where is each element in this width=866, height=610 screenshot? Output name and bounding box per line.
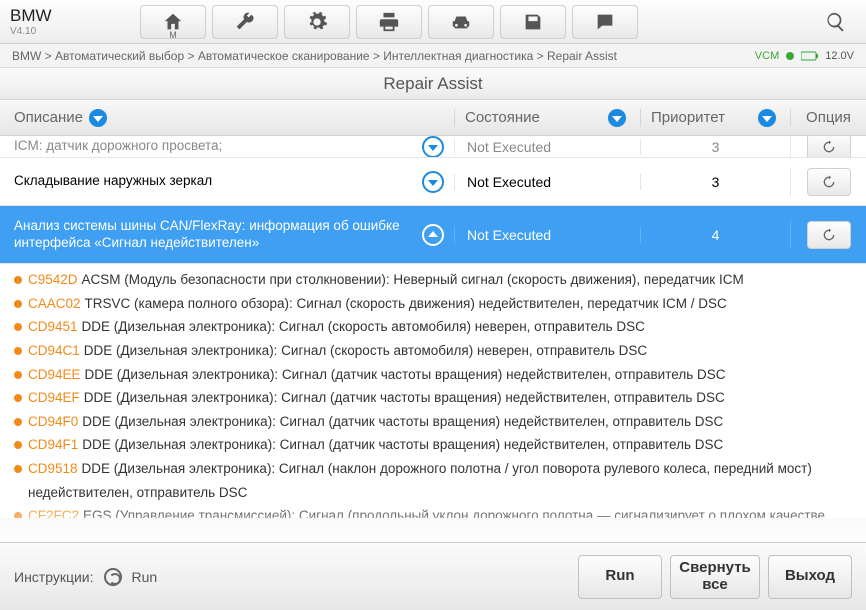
- expand-icon[interactable]: [422, 136, 444, 158]
- detail-line: CD94C1 DDE (Дизельная электроника): Сигна…: [14, 339, 852, 363]
- table-row[interactable]: ICM: датчик дорожного просвета; Not Exec…: [0, 136, 866, 158]
- detail-panel: C9542D ACSM (Модуль безопасности при стол…: [0, 264, 866, 518]
- table-header: Описание Состояние Приоритет Опция: [0, 100, 866, 136]
- bullet-icon: [14, 512, 22, 518]
- wrench-button[interactable]: [212, 5, 278, 39]
- legend: Инструкции: Run: [14, 568, 157, 586]
- dtc-text: DDE (Дизельная электроника): Сигнал (дат…: [84, 390, 725, 405]
- row-priority: 3: [640, 139, 790, 155]
- bullet-icon: [14, 371, 22, 379]
- save-button[interactable]: [500, 5, 566, 39]
- chat-button[interactable]: [572, 5, 638, 39]
- header-option: Опция: [806, 109, 851, 126]
- run-button[interactable]: Run: [578, 555, 662, 599]
- bullet-icon: [14, 441, 22, 449]
- legend-label: Инструкции:: [14, 569, 94, 585]
- dtc-text: DDE (Дизельная электроника): Сигнал (дат…: [82, 437, 723, 452]
- bullet-icon: [14, 418, 22, 426]
- car-button[interactable]: [428, 5, 494, 39]
- dtc-code: CD94C1: [28, 343, 80, 358]
- detail-line: C9542D ACSM (Модуль безопасности при стол…: [14, 268, 852, 292]
- dtc-code: C9542D: [28, 272, 78, 287]
- collapse-icon[interactable]: [422, 224, 444, 246]
- row-desc: Складывание наружных зеркал: [14, 173, 422, 190]
- detail-line: CD94EF DDE (Дизельная электроника): Сигна…: [14, 386, 852, 410]
- battery-icon: [801, 51, 819, 61]
- row-desc: ICM: датчик дорожного просвета;: [14, 138, 422, 155]
- sort-priority-icon[interactable]: [758, 109, 776, 127]
- table-row-selected[interactable]: Анализ системы шины CAN/FlexRay: информа…: [0, 206, 866, 264]
- refresh-icon: [104, 568, 122, 586]
- home-button[interactable]: M: [140, 5, 206, 39]
- sort-state-icon[interactable]: [608, 109, 626, 127]
- bullet-icon: [14, 347, 22, 355]
- link-icon: [785, 51, 795, 61]
- table-body: ICM: датчик дорожного просвета; Not Exec…: [0, 136, 866, 264]
- dtc-code: CD94EF: [28, 390, 80, 405]
- exit-button[interactable]: Выход: [768, 555, 852, 599]
- breadcrumb: BMW > Автоматический выбор > Автоматичес…: [12, 49, 617, 63]
- dtc-code: CD9518: [28, 461, 78, 476]
- header-priority[interactable]: Приоритет: [651, 109, 725, 126]
- detail-line: CD9451 DDE (Дизельная электроника): Сигна…: [14, 315, 852, 339]
- row-priority: 4: [640, 227, 790, 243]
- bullet-icon: [14, 394, 22, 402]
- collapse-all-button[interactable]: Свернуть все: [670, 555, 760, 599]
- top-toolbar: BMW V4.10 M: [0, 0, 866, 44]
- dtc-code: CD94EE: [28, 367, 81, 382]
- search-button[interactable]: [816, 11, 856, 33]
- header-state[interactable]: Состояние: [465, 109, 540, 126]
- row-state: Not Executed: [454, 139, 640, 155]
- detail-line: CD9518DDE (Дизельная электроника): Сигна…: [14, 457, 852, 504]
- dtc-text: DDE (Дизельная электроника): Сигнал (ско…: [84, 343, 647, 358]
- vcm-label: VCM: [755, 50, 779, 62]
- print-button[interactable]: [356, 5, 422, 39]
- table-row[interactable]: Складывание наружных зеркал Not Executed…: [0, 158, 866, 206]
- bullet-icon: [14, 323, 22, 331]
- detail-line: CD94F0 DDE (Дизельная электроника): Сигна…: [14, 410, 852, 434]
- dtc-code: CD9451: [28, 319, 78, 334]
- bottom-bar: Инструкции: Run Run Свернуть все Выход: [0, 542, 866, 610]
- dtc-text: EGS (Управление трансмиссией): Сигнал (п…: [28, 508, 825, 518]
- dtc-text: DDE (Дизельная электроника): Сигнал (ско…: [82, 319, 645, 334]
- legend-run: Run: [132, 569, 158, 585]
- row-state: Not Executed: [454, 174, 640, 190]
- dtc-text: DDE (Дизельная электроника): Сигнал (нак…: [28, 461, 812, 500]
- detail-line: CAAC02 TRSVC (камера полного обзора): Сиг…: [14, 292, 852, 316]
- dtc-code: CF2FC2: [28, 508, 79, 518]
- brand-block: BMW V4.10: [10, 6, 140, 37]
- settings-button[interactable]: [284, 5, 350, 39]
- bullet-icon: [14, 276, 22, 284]
- row-run-button[interactable]: [807, 168, 851, 196]
- row-state: Not Executed: [454, 227, 640, 243]
- dtc-text: DDE (Дизельная электроника): Сигнал (дат…: [82, 414, 723, 429]
- voltage-label: 12.0V: [825, 50, 854, 62]
- dtc-text: DDE (Дизельная электроника): Сигнал (дат…: [85, 367, 726, 382]
- sort-desc-icon[interactable]: [89, 109, 107, 127]
- brand-version: V4.10: [10, 26, 140, 37]
- brand-title: BMW: [10, 6, 140, 26]
- dtc-code: CD94F0: [28, 414, 78, 429]
- bullet-icon: [14, 465, 22, 473]
- row-run-button[interactable]: [807, 221, 851, 249]
- header-desc[interactable]: Описание: [14, 109, 83, 126]
- status-right: VCM 12.0V: [755, 50, 854, 62]
- row-run-button[interactable]: [807, 136, 851, 158]
- detail-line: CD94EE DDE (Дизельная электроника): Сигна…: [14, 363, 852, 387]
- dtc-code: CAAC02: [28, 296, 81, 311]
- dtc-code: CD94F1: [28, 437, 78, 452]
- page-title: Repair Assist: [0, 68, 866, 100]
- expand-icon[interactable]: [422, 171, 444, 193]
- detail-line: CD94F1 DDE (Дизельная электроника): Сигна…: [14, 433, 852, 457]
- dtc-text: TRSVC (камера полного обзора): Сигнал (с…: [85, 296, 727, 311]
- bullet-icon: [14, 300, 22, 308]
- dtc-text: ACSM (Модуль безопасности при столкновен…: [82, 272, 744, 287]
- breadcrumb-bar: BMW > Автоматический выбор > Автоматичес…: [0, 44, 866, 68]
- row-priority: 3: [640, 174, 790, 190]
- detail-line: CF2FC2EGS (Управление трансмиссией): Сиг…: [14, 504, 852, 518]
- row-desc: Анализ системы шины CAN/FlexRay: информа…: [14, 218, 422, 252]
